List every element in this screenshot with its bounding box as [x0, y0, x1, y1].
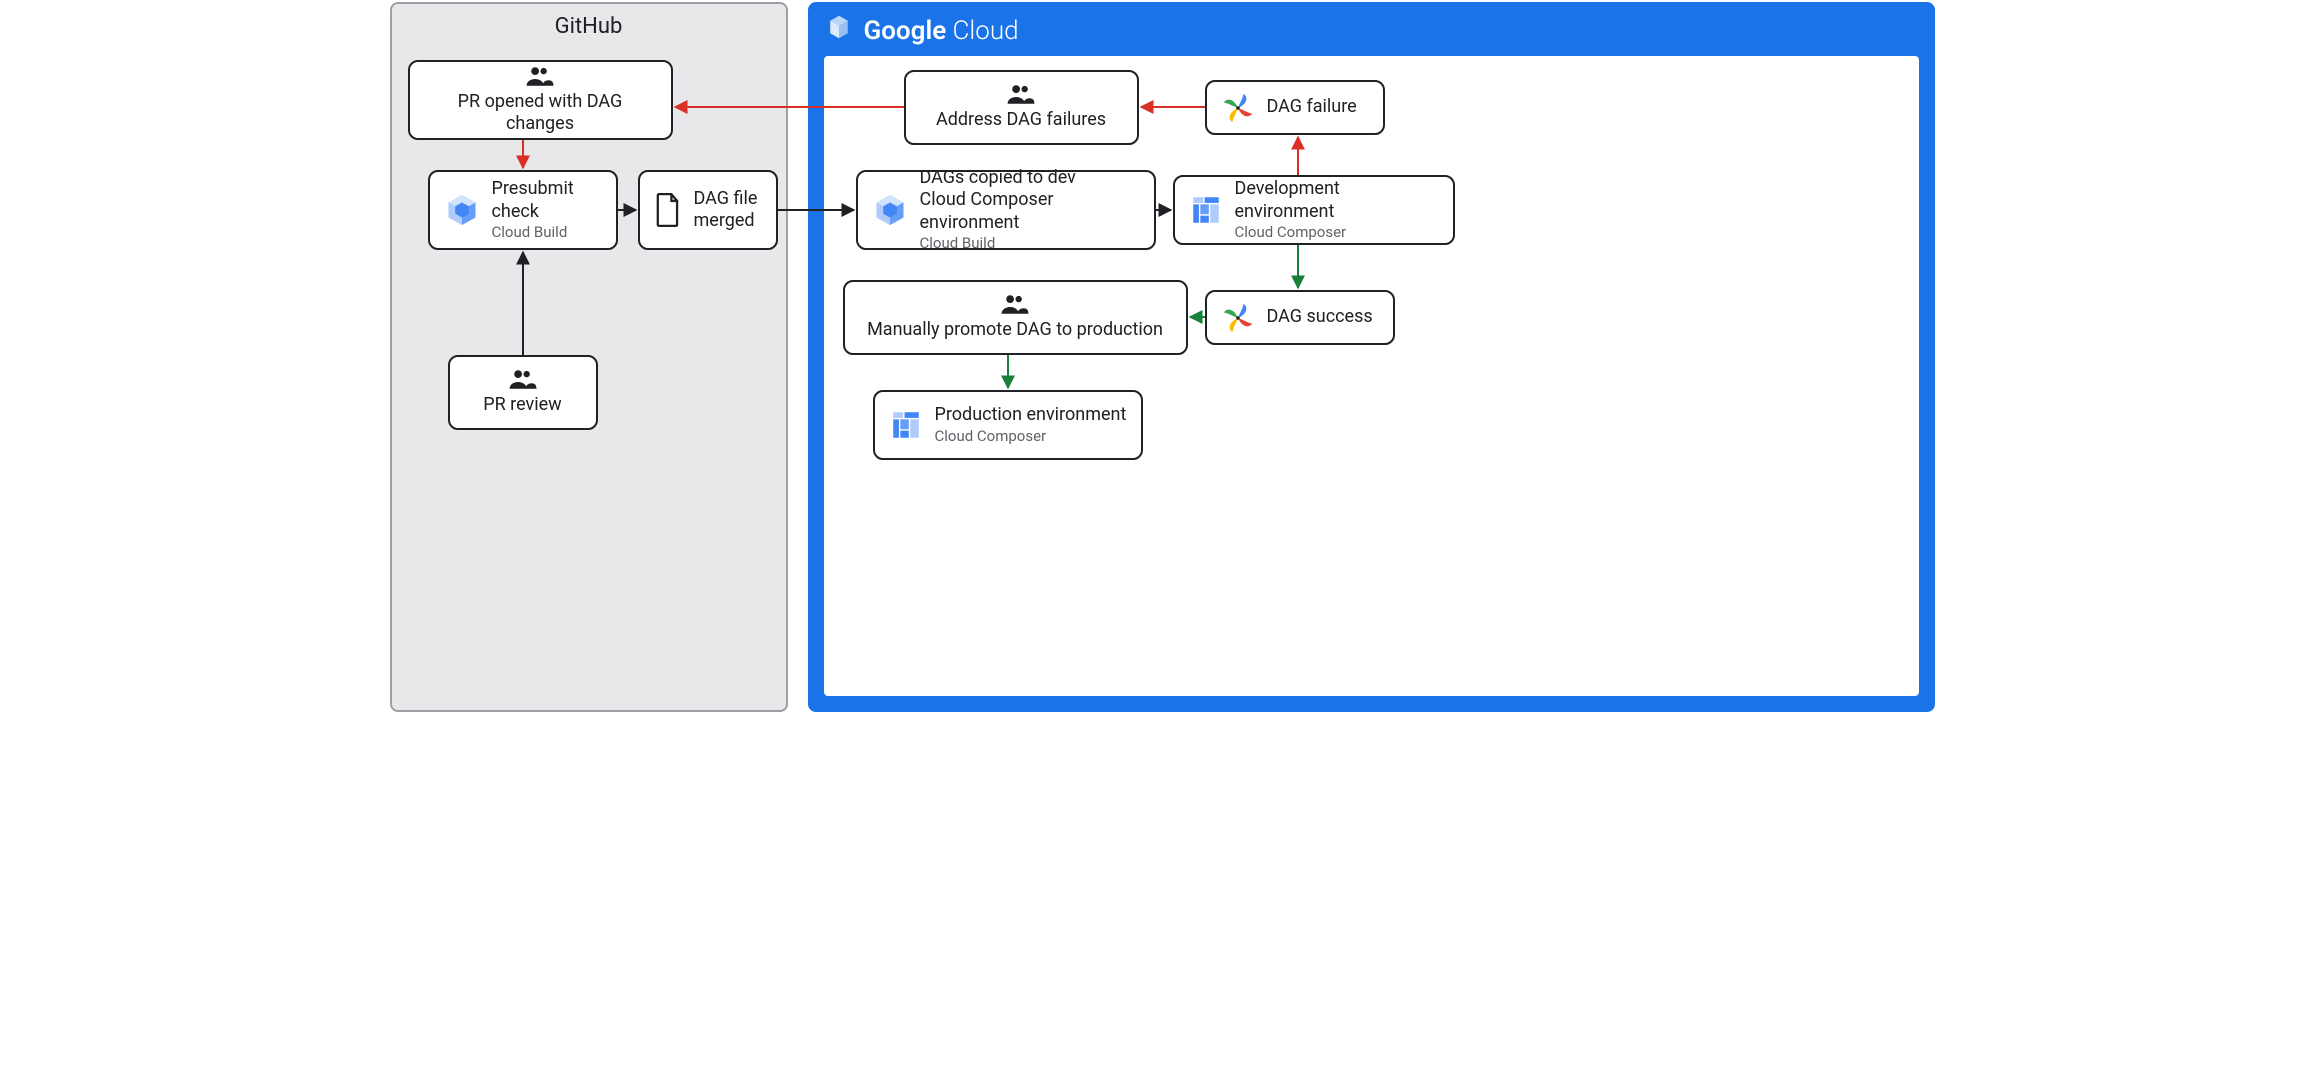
node-address-dag-failures: Address DAG failures	[904, 70, 1139, 145]
users-icon	[1006, 83, 1036, 105]
section-gcp-header: Google Cloud	[808, 2, 1935, 55]
node-presubmit-check: Presubmit check Cloud Build	[428, 170, 618, 250]
cloud-build-icon	[444, 192, 480, 228]
node-dag-file-merged: DAG file merged	[638, 170, 778, 250]
node-dag-success: DAG success	[1205, 290, 1395, 345]
node-promote-to-production: Manually promote DAG to production	[843, 280, 1188, 355]
google-cloud-logo-icon	[824, 12, 854, 49]
node-pr-review: PR review	[448, 355, 598, 430]
users-icon	[1000, 293, 1030, 315]
users-icon	[508, 368, 538, 390]
file-icon	[654, 193, 682, 227]
users-icon	[525, 65, 555, 87]
node-dags-copied-dev: DAGs copied to dev Cloud Composer enviro…	[856, 170, 1156, 250]
cloud-composer-icon	[1189, 193, 1223, 227]
node-pr-opened: PR opened with DAG changes	[408, 60, 673, 140]
airflow-icon	[1221, 91, 1255, 125]
node-development-environment: Development environment Cloud Composer	[1173, 175, 1455, 245]
cloud-composer-icon	[889, 408, 923, 442]
cloud-build-icon	[872, 192, 908, 228]
node-production-environment: Production environment Cloud Composer	[873, 390, 1143, 460]
node-dag-failure: DAG failure	[1205, 80, 1385, 135]
gcp-title-light: Cloud	[953, 16, 1019, 46]
gcp-title-bold: Google	[864, 16, 947, 46]
section-github-title: GitHub	[392, 14, 786, 39]
diagram-canvas: GitHub Google Cloud PR opened with DAG c…	[388, 0, 1937, 715]
airflow-icon	[1221, 301, 1255, 335]
section-gcp-inner	[824, 56, 1919, 696]
